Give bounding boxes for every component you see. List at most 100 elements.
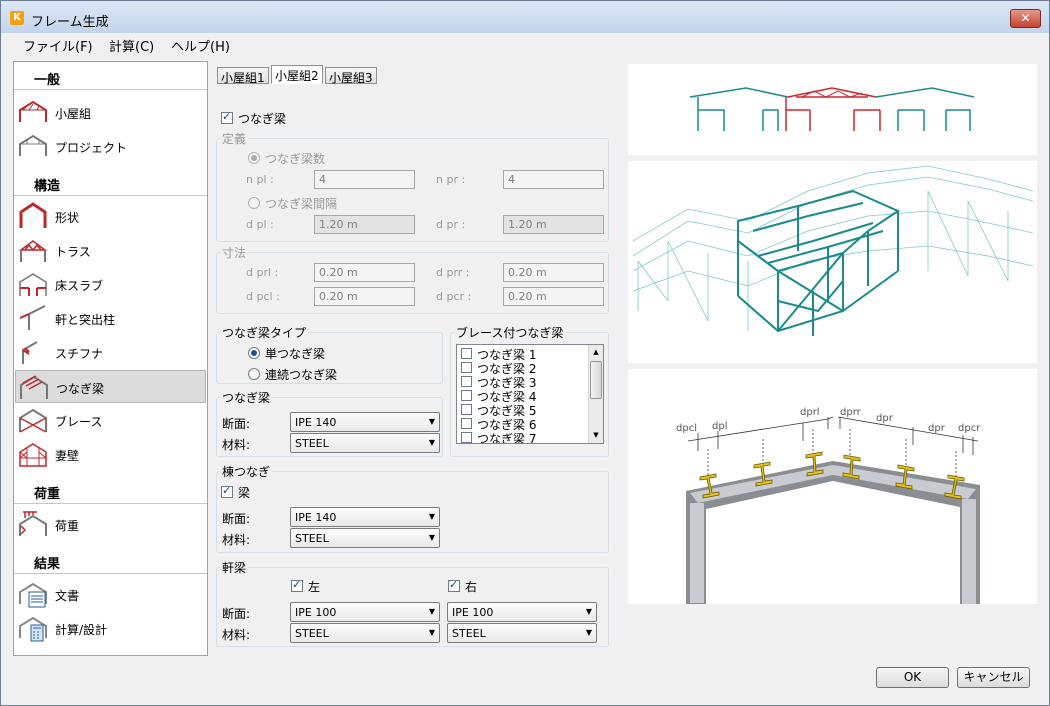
title-bar: K フレーム生成 ✕ (1, 1, 1049, 33)
nav-item-calculation[interactable]: 計算/設計 (15, 612, 206, 645)
continuous-purlin-radio[interactable] (248, 368, 260, 380)
dpr-field[interactable]: 1.20 m (503, 215, 604, 234)
list-item-checkbox[interactable] (461, 348, 472, 359)
menu-help[interactable]: ヘルプ(H) (171, 36, 230, 55)
dpl-field[interactable]: 1.20 m (314, 215, 415, 234)
nav-item-purlins[interactable]: つなぎ梁 (15, 370, 206, 403)
list-item[interactable]: つなぎ梁 4 (460, 389, 590, 404)
nav-item-document[interactable]: 文書 (15, 578, 206, 611)
list-item-checkbox[interactable] (461, 376, 472, 387)
chevron-down-icon: ▼ (585, 607, 592, 616)
eaves-title: 軒梁 (220, 559, 249, 576)
nav-item-project[interactable]: プロジェクト (15, 130, 206, 163)
eaves-left-label: 左 (308, 580, 321, 594)
nav-item-label: プロジェクト (55, 141, 128, 155)
document-icon (19, 582, 47, 608)
cancel-button[interactable]: キャンセル (957, 667, 1030, 688)
eaves-right-section-select[interactable]: IPE 100 ▼ (447, 602, 597, 622)
purlin-material-select[interactable]: STEEL ▼ (290, 433, 440, 453)
purlin-spacing-radio[interactable] (248, 197, 260, 209)
nav-item-gable-wall[interactable]: 妻壁 (15, 438, 206, 471)
list-item[interactable]: つなぎ梁 3 (460, 375, 590, 390)
dpcl-field[interactable]: 0.20 m (314, 287, 415, 306)
eaves-left-material-select[interactable]: STEEL ▼ (290, 623, 440, 643)
nav-item-roof[interactable]: 小屋組 (15, 96, 206, 129)
list-item[interactable]: つなぎ梁 2 (460, 361, 590, 376)
npr-field[interactable]: 4 (503, 170, 604, 189)
nav-item-label: トラス (55, 245, 91, 259)
eaves-right-checkbox[interactable] (448, 578, 460, 592)
list-item-checkbox[interactable] (461, 418, 472, 429)
close-button[interactable]: ✕ (1010, 9, 1041, 28)
chevron-down-icon: ▼ (585, 628, 592, 637)
single-purlin-radio[interactable] (248, 347, 260, 359)
dpcr-field[interactable]: 0.20 m (503, 287, 604, 306)
ridge-material-select[interactable]: STEEL ▼ (290, 528, 440, 548)
eaves-left-checkbox[interactable] (291, 578, 303, 592)
calculator-icon (19, 616, 47, 642)
scroll-thumb[interactable] (590, 361, 602, 399)
tab-roof-2[interactable]: 小屋組2 (271, 65, 323, 84)
dprl-label: d prl : (246, 266, 279, 279)
stiffener-icon (22, 341, 38, 364)
purlin-detail-drawing: dpcl dpl dprl dprr dpr dpr dpcr (676, 407, 981, 604)
tab-roof-3[interactable]: 小屋組3 (325, 67, 377, 85)
menu-calculate[interactable]: 計算(C) (109, 36, 154, 55)
floor-slab-icon (19, 273, 47, 296)
eaves-left-section-select[interactable]: IPE 100 ▼ (290, 602, 440, 622)
ridge-section-select[interactable]: IPE 140 ▼ (290, 507, 440, 527)
nav-item-bracing[interactable]: ブレース (15, 404, 206, 437)
scroll-down-icon[interactable]: ▼ (589, 428, 603, 443)
purlins-checkbox[interactable] (221, 110, 233, 124)
purlin-count-radio[interactable] (248, 152, 260, 164)
ridge-beam-checkbox[interactable] (221, 484, 233, 498)
list-item[interactable]: つなぎ梁 5 (460, 403, 590, 418)
npl-field[interactable]: 4 (314, 170, 415, 189)
ridge-material-label: 材料: (222, 533, 251, 547)
list-item-checkbox[interactable] (461, 432, 472, 443)
frame-elevation-drawing (689, 87, 975, 131)
purlins-checkbox-label: つなぎ梁 (238, 112, 287, 126)
purlin-section-label: 断面: (222, 417, 251, 431)
dprr-field[interactable]: 0.20 m (503, 263, 604, 282)
frame-elevation-preview (628, 64, 1037, 155)
nav-item-shape[interactable]: 形状 (15, 200, 206, 233)
continuous-purlin-label: 連続つなぎ梁 (265, 368, 338, 382)
ok-button[interactable]: OK (876, 667, 949, 688)
nav-item-label: 計算/設計 (55, 623, 108, 637)
window-title: フレーム生成 (31, 15, 109, 30)
list-item-checkbox[interactable] (461, 362, 472, 373)
chevron-down-icon: ▼ (428, 417, 435, 426)
dim-label-dpl: dpl (712, 421, 727, 432)
eaves-right-material-select[interactable]: STEEL ▼ (447, 623, 597, 643)
gable-wall-icon (19, 443, 47, 467)
list-scrollbar[interactable]: ▲ ▼ (588, 345, 603, 443)
list-item-checkbox[interactable] (461, 390, 472, 401)
nav-item-label: 文書 (55, 589, 80, 603)
dprl-field[interactable]: 0.20 m (314, 263, 415, 282)
braced-purlins-list[interactable]: つなぎ梁 1 つなぎ梁 2 つなぎ梁 3 つなぎ梁 4 つなぎ梁 5 つなぎ梁 … (456, 344, 604, 444)
ridge-beam-label: 梁 (238, 486, 251, 500)
nav-section-structure: 構造 (14, 168, 207, 196)
list-item-checkbox[interactable] (461, 404, 472, 415)
chevron-down-icon: ▼ (428, 438, 435, 447)
list-item[interactable]: つなぎ梁 1 (460, 347, 590, 362)
menu-file[interactable]: ファイル(F) (23, 36, 93, 55)
roof-frame-icon (19, 100, 47, 122)
nav-item-floor-slab[interactable]: 床スラブ (15, 268, 206, 301)
chevron-down-icon: ▼ (428, 533, 435, 542)
nav-item-stiffener[interactable]: スチフナ (15, 336, 206, 369)
nav-item-eaves-column[interactable]: 軒と突出柱 (15, 302, 206, 335)
braced-purlins-title: ブレース付つなぎ梁 (454, 324, 566, 341)
dim-label-dpcl: dpcl (676, 423, 697, 434)
list-item[interactable]: つなぎ梁 6 (460, 417, 590, 432)
nav-item-truss[interactable]: トラス (15, 234, 206, 267)
scroll-up-icon[interactable]: ▲ (589, 345, 603, 360)
tab-roof-1[interactable]: 小屋組1 (217, 67, 269, 85)
nav-item-loads[interactable]: 荷重 (15, 508, 206, 541)
list-item-label: つなぎ梁 7 (477, 432, 537, 444)
nav-item-label: 床スラブ (55, 279, 104, 293)
list-item[interactable]: つなぎ梁 7 (460, 431, 590, 444)
purlin-section-select[interactable]: IPE 140 ▼ (290, 412, 440, 432)
dim-label-dpr2: dpr (928, 423, 946, 434)
